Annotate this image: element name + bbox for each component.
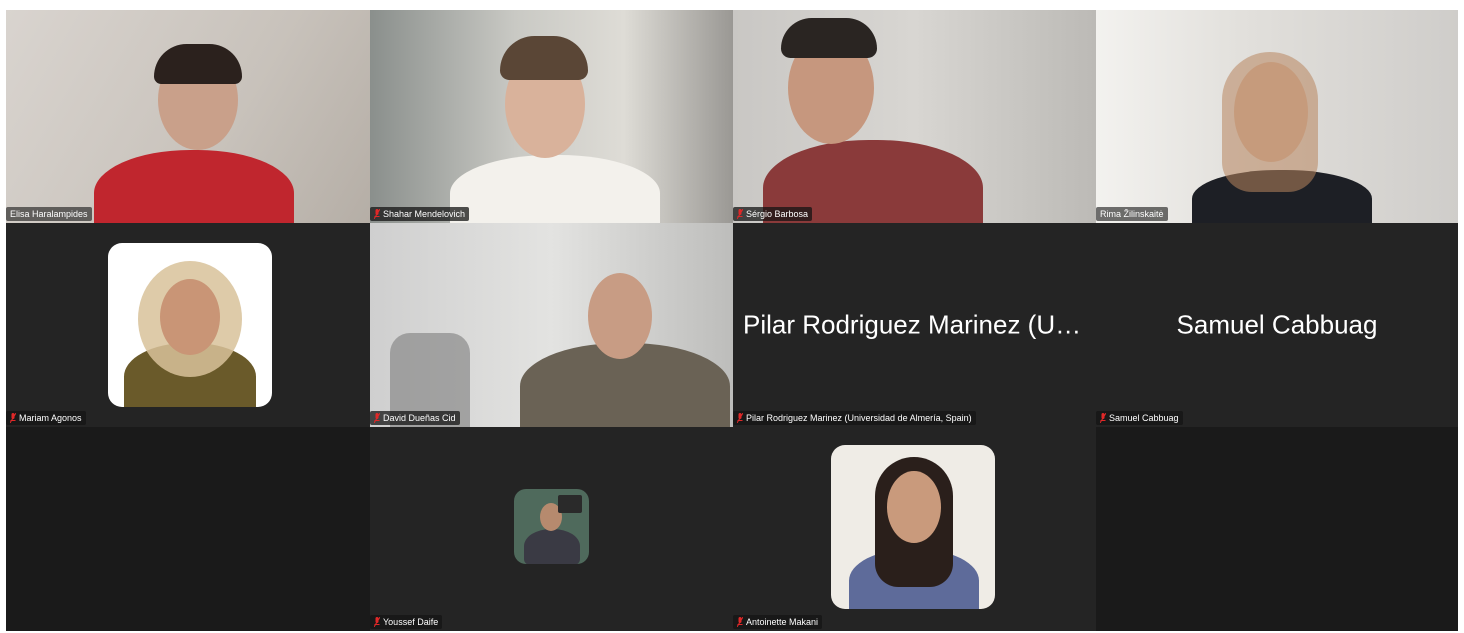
participant-name-tag: Shahar Mendelovich (370, 207, 470, 221)
background-monitor (558, 495, 582, 513)
participant-name: Youssef Daife (383, 617, 439, 627)
muted-microphone-icon (374, 617, 380, 627)
video-tile-pilar[interactable]: Pilar Rodriguez Marinez (Un... Pilar Rod… (733, 223, 1096, 427)
muted-microphone-icon (737, 617, 743, 627)
video-feed (6, 10, 370, 223)
participant-hair (500, 36, 588, 80)
participant-name: Samuel Cabbuag (1109, 413, 1179, 423)
video-tile-antoinette[interactable]: Antoinette Makani (733, 427, 1096, 631)
muted-microphone-icon (1100, 413, 1106, 423)
participant-name-tag: David Dueñas Cid (370, 411, 460, 425)
participant-name-tag: Pilar Rodriguez Marinez (Universidad de … (733, 411, 976, 425)
participant-hair (154, 44, 242, 84)
profile-picture (831, 445, 995, 609)
video-feed (370, 223, 733, 427)
participant-name-tag: Mariam Agonos (6, 411, 86, 425)
participant-name-tag: Rima Žilinskaitė (1096, 207, 1168, 221)
participant-name: Sérgio Barbosa (746, 209, 809, 219)
participant-name: Elisa Haralampides (10, 209, 88, 219)
muted-microphone-icon (737, 209, 743, 219)
participant-name-tag: Elisa Haralampides (6, 207, 92, 221)
participant-name: Mariam Agonos (19, 413, 82, 423)
participant-name: Rima Žilinskaitė (1100, 209, 1164, 219)
participant-hair (1222, 52, 1318, 192)
participant-name-tag: Antoinette Makani (733, 615, 823, 629)
participant-display-name: Pilar Rodriguez Marinez (Un... (743, 309, 1092, 340)
participant-figure (94, 150, 294, 223)
gallery-view: Elisa Haralampides Shahar Mendelovich Sé… (6, 10, 1458, 631)
video-tile-elisa[interactable]: Elisa Haralampides (6, 10, 370, 223)
empty-tile (6, 427, 370, 631)
video-tile-samuel[interactable]: Samuel Cabbuag Samuel Cabbuag (1096, 223, 1458, 427)
video-tile-mariam[interactable]: Mariam Agonos (6, 223, 370, 427)
participant-figure (524, 529, 580, 564)
participant-display-name: Samuel Cabbuag (1176, 309, 1378, 340)
participant-name: Shahar Mendelovich (383, 209, 466, 219)
video-tile-david[interactable]: David Dueñas Cid (370, 223, 733, 427)
video-feed (733, 10, 1096, 223)
video-tile-sergio[interactable]: Sérgio Barbosa (733, 10, 1096, 223)
participant-hair (781, 18, 877, 58)
participant-name: Pilar Rodriguez Marinez (Universidad de … (746, 413, 972, 423)
video-tile-rima[interactable]: Rima Žilinskaitė (1096, 10, 1458, 223)
video-grid: Elisa Haralampides Shahar Mendelovich Sé… (6, 10, 1458, 631)
participant-name-tag: Youssef Daife (370, 615, 443, 629)
muted-microphone-icon (737, 413, 743, 423)
participant-name: David Dueñas Cid (383, 413, 456, 423)
video-tile-youssef[interactable]: Youssef Daife (370, 427, 733, 631)
empty-tile (1096, 427, 1458, 631)
video-tile-shahar[interactable]: Shahar Mendelovich (370, 10, 733, 223)
muted-microphone-icon (374, 413, 380, 423)
participant-figure (450, 155, 660, 223)
video-feed (1096, 10, 1458, 223)
profile-picture (514, 489, 589, 564)
participant-name-tag: Sérgio Barbosa (733, 207, 813, 221)
muted-microphone-icon (374, 209, 380, 219)
video-feed (370, 10, 733, 223)
profile-picture (108, 243, 272, 407)
participant-name-tag: Samuel Cabbuag (1096, 411, 1183, 425)
participant-head (160, 279, 220, 355)
participant-name: Antoinette Makani (746, 617, 819, 627)
muted-microphone-icon (10, 413, 16, 423)
participant-head (588, 273, 652, 359)
participant-head (887, 471, 941, 543)
